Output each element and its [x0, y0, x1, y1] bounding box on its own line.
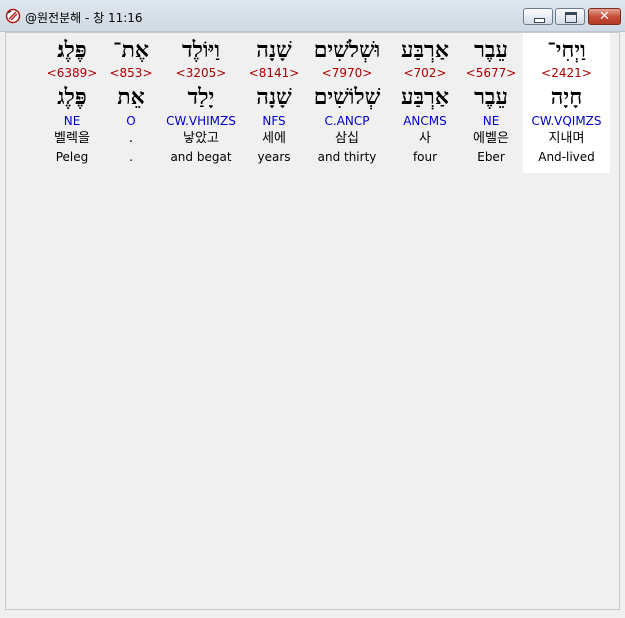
- word-column[interactable]: שָׁנָה <8141> שָׁנָה NFS 세에 years: [244, 33, 304, 173]
- hebrew-lemma: שָׁנָה: [256, 84, 292, 110]
- hebrew-lemma: עֵבֶר: [474, 84, 508, 110]
- english-gloss: years: [257, 150, 291, 164]
- morphology-code: NE: [482, 114, 500, 128]
- morphology-code: C.ANCP: [324, 114, 370, 128]
- word-column[interactable]: עֵבֶר <5677> עֵבֶר NE 에벨은 Eber: [460, 33, 522, 173]
- maximize-button[interactable]: [555, 8, 585, 25]
- korean-gloss: 삼십: [335, 131, 359, 146]
- strong-number: <2421>: [541, 66, 592, 80]
- word-column[interactable]: אַרְבַּע <702> אַרְבַּע ANCMS 사 four: [392, 33, 458, 173]
- hebrew-surface: וּשְׁלֹשִׁים: [313, 37, 381, 63]
- hebrew-surface: וַיּוֹלֶד: [182, 37, 220, 63]
- hebrew-surface: עֵבֶר: [474, 37, 508, 63]
- hebrew-surface: אֶת־: [113, 37, 149, 63]
- english-gloss: four: [412, 150, 438, 164]
- korean-gloss: .: [128, 131, 134, 146]
- morphology-code: ANCMS: [403, 114, 447, 128]
- morphology-code: NFS: [262, 114, 286, 128]
- hebrew-lemma: שְׁלוֹשִׁים: [313, 84, 381, 110]
- hebrew-surface: אַרְבַּע: [401, 37, 449, 63]
- morphology-code: NE: [63, 114, 81, 128]
- app-logo-icon: [5, 8, 21, 24]
- korean-gloss: 벨렉을: [54, 131, 90, 146]
- strong-number: <5677>: [465, 66, 517, 80]
- minimize-button[interactable]: [523, 8, 553, 25]
- korean-gloss: 사: [419, 131, 431, 146]
- hebrew-lemma: אַרְבַּע: [401, 84, 449, 110]
- word-column[interactable]: פֶּלֶג׃ <6389> פֶּלֶג NE 벨렉을 Peleg: [36, 33, 108, 173]
- word-column[interactable]: וּשְׁלֹשִׁים <7970> שְׁלוֹשִׁים C.ANCP 삼…: [306, 33, 388, 173]
- minimize-icon: [534, 18, 545, 23]
- hebrew-lemma: פֶּלֶג: [57, 84, 87, 110]
- hebrew-lemma: יָלַד: [187, 84, 215, 110]
- strong-number: <8141>: [248, 66, 300, 80]
- english-gloss: and begat: [170, 150, 232, 164]
- hebrew-lemma: אֵת: [117, 84, 145, 110]
- close-button[interactable]: ✕: [588, 8, 621, 25]
- english-gloss: And-lived: [538, 150, 595, 164]
- hebrew-lemma: חָיָה: [550, 84, 583, 110]
- english-gloss: and thirty: [317, 150, 377, 164]
- korean-gloss: 에벨은: [473, 131, 509, 146]
- korean-gloss: 세에: [262, 131, 286, 146]
- app-window: @원전분해 - 창 11:16 ✕ פֶּלֶג׃ <6389> פֶּלֶג …: [0, 0, 625, 618]
- word-column[interactable]: וַיּוֹלֶד <3205> יָלַד CW.VHIMZS 낳았고 and…: [160, 33, 242, 173]
- interlinear-panel: פֶּלֶג׃ <6389> פֶּלֶג NE 벨렉을 Peleg אֶת־ …: [5, 32, 620, 610]
- hebrew-surface: וַיְחִי־: [547, 37, 586, 63]
- word-column-selected[interactable]: וַיְחִי־ <2421> חָיָה CW.VQIMZS 지내며 And-…: [523, 33, 610, 173]
- maximize-icon: [565, 12, 577, 23]
- strong-number: <853>: [109, 66, 153, 80]
- strong-number: <6389>: [46, 66, 98, 80]
- morphology-code: O: [126, 114, 136, 128]
- close-icon: ✕: [599, 9, 610, 24]
- korean-gloss: 낳았고: [183, 131, 219, 146]
- english-gloss: .: [129, 150, 133, 164]
- word-column[interactable]: אֶת־ <853> אֵת O . .: [106, 33, 156, 173]
- hebrew-surface: פֶּלֶג׃: [57, 37, 87, 63]
- english-gloss: Peleg: [55, 150, 89, 164]
- english-gloss: Eber: [477, 150, 505, 164]
- morphology-code: CW.VHIMZS: [166, 114, 236, 128]
- title-bar[interactable]: @원전분해 - 창 11:16 ✕: [0, 0, 625, 32]
- window-title: @원전분해 - 창 11:16: [25, 11, 143, 25]
- strong-number: <7970>: [321, 66, 373, 80]
- strong-number: <702>: [403, 66, 447, 80]
- morphology-code: CW.VQIMZS: [531, 114, 602, 128]
- hebrew-surface: שָׁנָה: [256, 37, 292, 63]
- strong-number: <3205>: [175, 66, 227, 80]
- korean-gloss: 지내며: [548, 131, 585, 146]
